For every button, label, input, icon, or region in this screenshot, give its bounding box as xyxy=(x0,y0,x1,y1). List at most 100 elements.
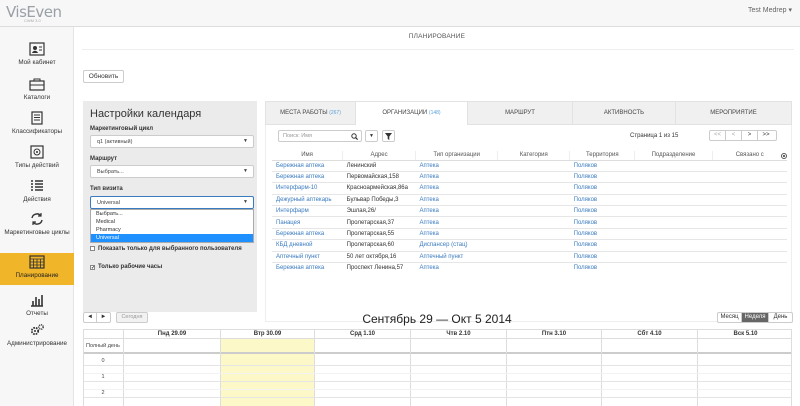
tab-workplaces[interactable]: МЕСТА РАБОТЫ (267) xyxy=(266,102,356,125)
tab-event[interactable]: МЕРОПРИЯТИЕ xyxy=(676,102,791,125)
table-cell xyxy=(712,261,787,274)
table-cell[interactable]: Поляков xyxy=(569,261,635,274)
table-row[interactable]: Аптечный пункт 50 лет октября,16 Аптечный … xyxy=(272,250,787,263)
pager-last-button[interactable]: >> xyxy=(758,131,774,140)
refresh-button[interactable]: Обновить xyxy=(83,70,124,83)
table-row[interactable]: Дежурный аптекарь Бульвар Победы,3 Аптека П… xyxy=(272,193,787,206)
column-header[interactable]: Категория xyxy=(497,151,570,161)
table-cell[interactable]: Аптека xyxy=(415,159,498,172)
visit-type-option[interactable]: Pharmacy xyxy=(91,226,253,234)
table-row[interactable]: Бережная аптека Пролетарская,55 Аптека Поля… xyxy=(272,227,787,240)
pager-prev-button[interactable]: < xyxy=(726,131,742,140)
table-cell[interactable]: Поляков xyxy=(569,182,635,195)
table-row[interactable]: Интерфарм-10 Красноармейская,86а Аптека Пол… xyxy=(272,182,787,195)
table-row[interactable]: Бережная аптека Проспект Ленина,57 Аптека П… xyxy=(272,261,787,274)
table-cell[interactable]: Поляков xyxy=(569,227,635,240)
tab-organizations[interactable]: ОРГАНИЗАЦИИ (148) xyxy=(356,102,468,125)
work-hours-checkbox[interactable]: ✓ Только рабочие часы xyxy=(90,264,162,271)
half-hour-line xyxy=(84,373,791,374)
view-day-button[interactable]: День xyxy=(769,313,792,322)
checkbox-checked-icon[interactable]: ✓ xyxy=(90,265,95,271)
table-cell xyxy=(497,227,570,240)
pager-first-button[interactable]: << xyxy=(710,131,726,140)
table-cell[interactable]: Аптека xyxy=(415,170,498,183)
tab-route[interactable]: МАРШРУТ xyxy=(468,102,573,125)
column-header[interactable]: Адрес xyxy=(342,151,416,161)
table-cell: Ленинский xyxy=(342,159,416,172)
visit-type-option[interactable]: Medical xyxy=(91,218,253,226)
checkbox-icon[interactable] xyxy=(90,246,95,251)
table-cell[interactable]: Аптека xyxy=(415,227,498,240)
table-cell[interactable]: Бережная аптека xyxy=(272,170,343,183)
table-cell[interactable]: Поляков xyxy=(569,193,635,206)
sidebar-item-planning[interactable]: Планирование xyxy=(0,253,74,285)
all-day-label: Полный день xyxy=(86,343,120,349)
table-cell[interactable]: Бережная аптека xyxy=(272,159,343,172)
table-cell[interactable]: Аптека xyxy=(415,193,498,206)
table-cell[interactable]: Интерфарм-10 xyxy=(272,182,343,195)
pager-next-button[interactable]: > xyxy=(742,131,758,140)
column-header[interactable]: Подразделение xyxy=(634,151,712,161)
table-cell[interactable]: Поляков xyxy=(569,159,635,172)
sidebar-item-my-cabinet[interactable]: Мой кабинет xyxy=(0,42,74,74)
cycle-select[interactable]: q1 (активный) ▼ xyxy=(90,135,254,148)
column-header[interactable]: Имя xyxy=(272,151,343,161)
search-options-dropdown[interactable]: ▼ xyxy=(365,130,378,142)
table-cell[interactable]: Бережная аптека xyxy=(272,261,343,274)
visit-type-option[interactable]: Выбрать... xyxy=(91,210,253,218)
only-selected-user-label: Показать только для выбранного пользоват… xyxy=(98,246,242,252)
table-cell[interactable]: Панацея xyxy=(272,216,343,229)
column-header[interactable]: Территория xyxy=(569,151,635,161)
sidebar-item-reports[interactable]: Отчеты xyxy=(0,293,74,325)
tab-bar: МЕСТА РАБОТЫ (267) ОРГАНИЗАЦИИ (148) МАР… xyxy=(265,101,792,125)
sidebar-item-actions[interactable]: Действия xyxy=(0,179,74,211)
filter-button[interactable] xyxy=(382,130,395,142)
column-header[interactable]: Тип организации xyxy=(414,151,498,161)
table-cell[interactable]: Интерфарм xyxy=(272,205,343,217)
table-row[interactable]: Бережная аптека Первомайская,158 Аптека Пол… xyxy=(272,170,787,183)
table-cell[interactable]: Поляков xyxy=(569,205,635,217)
sidebar-item-classifiers[interactable]: Классификаторы xyxy=(0,111,74,143)
search-icon[interactable] xyxy=(351,133,358,140)
table-row[interactable]: КБД дневной Пролетарская,60 Диспансер (ста… xyxy=(272,239,787,252)
table-cell[interactable]: Поляков xyxy=(569,250,635,263)
table-cell[interactable]: Диспансер (стац) xyxy=(415,239,498,252)
calendar-title: Сентябрь 29 — Окт 5 2014 xyxy=(362,312,512,326)
table-cell[interactable]: Дежурный аптекарь xyxy=(272,193,343,206)
table-cell[interactable]: Поляков xyxy=(569,239,635,252)
sidebar-item-administration[interactable]: Администрирование xyxy=(0,323,74,355)
divider xyxy=(82,49,794,50)
visit-type-select[interactable]: Universal ▼ xyxy=(90,196,254,209)
view-week-button[interactable]: Неделя xyxy=(742,313,769,322)
sidebar-item-catalogs[interactable]: Каталоги xyxy=(0,77,74,109)
table-cell[interactable]: Аптека xyxy=(415,182,498,195)
visit-type-dropdown: Выбрать... Medical Pharmacy Universal xyxy=(90,209,254,243)
only-selected-user-checkbox[interactable]: Показать только для выбранного пользоват… xyxy=(90,246,242,252)
table-cell[interactable]: Аптечный пункт xyxy=(415,250,498,263)
gears-icon xyxy=(30,324,44,336)
table-cell[interactable]: Аптека xyxy=(415,261,498,274)
table-cell[interactable]: КБД дневной xyxy=(272,239,343,252)
table-cell[interactable]: Бережная аптека xyxy=(272,227,343,240)
table-cell[interactable]: Аптека xyxy=(415,216,498,229)
table-row[interactable]: Бережная аптека Ленинский Аптека Поляков xyxy=(272,159,787,172)
view-month-button[interactable]: Месяц xyxy=(718,313,742,322)
tab-activity[interactable]: АКТИВНОСТЬ xyxy=(573,102,676,125)
column-header[interactable]: Связано с xyxy=(711,151,787,161)
table-row[interactable]: Панацея Пролетарская,37 Аптека Поляков xyxy=(272,216,787,229)
all-day-row[interactable]: Полный день xyxy=(84,339,791,354)
sidebar-item-marketing-cycles[interactable]: Маркетинговые циклы xyxy=(0,212,74,254)
visit-type-option-selected[interactable]: Universal xyxy=(91,234,253,242)
search-input[interactable]: Поиск: Имя xyxy=(278,130,362,142)
table-cell: Проспект Ленина,57 xyxy=(342,261,416,274)
table-cell[interactable]: Аптека xyxy=(415,205,498,217)
route-select[interactable]: Выбрать... ▼ xyxy=(90,165,254,178)
main-content: ПЛАНИРОВАНИЕ Обновить Настройки календар… xyxy=(74,27,800,406)
user-menu[interactable]: Test Medrep ▾ xyxy=(748,6,792,14)
table-cell[interactable]: Аптечный пункт xyxy=(272,250,343,263)
sidebar-item-action-types[interactable]: Типы действий xyxy=(0,145,74,177)
table-row[interactable]: Интерфарм Эшлая,26/Аптека Поляков xyxy=(272,205,787,217)
table-cell[interactable]: Поляков xyxy=(569,216,635,229)
table-cell xyxy=(712,170,787,183)
table-cell[interactable]: Поляков xyxy=(569,170,635,183)
